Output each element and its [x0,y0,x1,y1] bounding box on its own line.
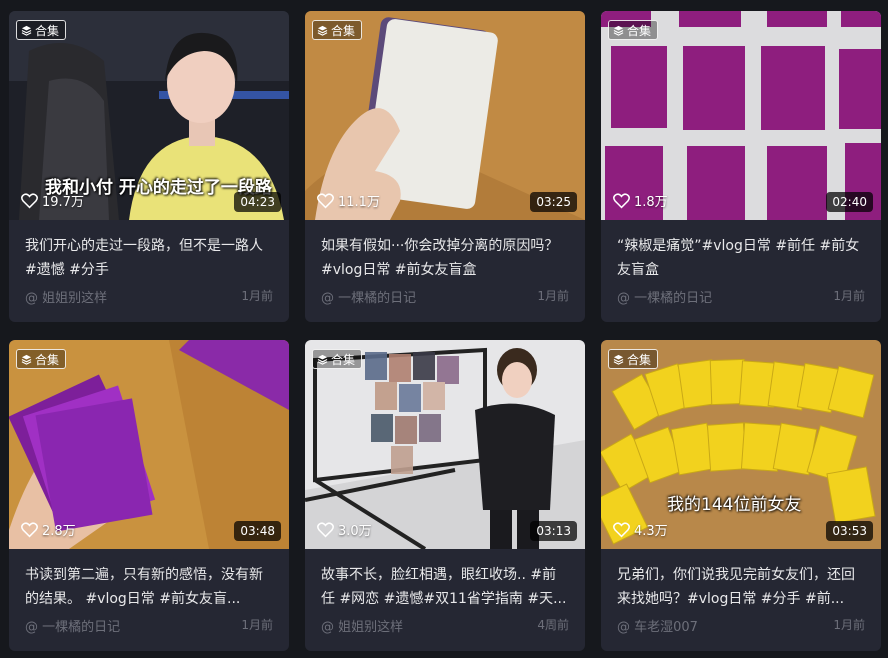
thumbnail-caption: 我的144位前女友 [667,495,802,515]
heart-icon [613,192,630,208]
video-meta: @ 一棵橘的日记 1月前 [25,616,273,635]
layers-icon [613,25,624,36]
video-duration: 02:40 [826,192,873,212]
layers-icon [21,25,32,36]
video-card[interactable]: 合集 3.0万 03:13 故事不长，脸红相遇，眼红收场.. #前任 #网恋 #… [305,340,585,651]
publish-time: 1月前 [537,289,569,303]
badge-label: 合集 [35,352,60,367]
video-card[interactable]: 我的144位前女友 合集 4.3万 03:53 兄弟们，你们说我见完前女友们，还… [601,340,881,651]
heart-icon [317,521,334,537]
video-thumbnail[interactable]: 合集 11.1万 03:25 [305,11,585,220]
author-name[interactable]: @ 一棵橘的日记 [25,616,120,635]
video-card[interactable]: 合集 1.8万 02:40 “辣椒是痛觉”#vlog日常 #前任 #前女友盲盒 … [601,11,881,322]
like-count: 4.3万 [613,520,668,539]
layers-icon [317,354,328,365]
like-count: 11.1万 [317,191,380,210]
heart-icon [317,192,334,208]
video-card[interactable]: 我和小付 开心的走过了一段路 合集 19.7万 04:23 我们开心的走过一段路… [9,11,289,322]
video-thumbnail[interactable]: 我和小付 开心的走过了一段路 合集 19.7万 04:23 [9,11,289,220]
video-card[interactable]: 合集 11.1万 03:25 如果有假如···你会改掉分离的原因吗？ #vlog… [305,11,585,322]
video-meta: @ 一棵橘的日记 1月前 [617,287,865,306]
author-name[interactable]: @ 一棵橘的日记 [617,287,712,306]
thumbnail-image [305,11,585,220]
publish-time: 1月前 [833,289,865,303]
video-thumbnail[interactable]: 合集 2.8万 03:48 [9,340,289,549]
publish-time: 1月前 [241,289,273,303]
thumbnail-image [9,340,289,549]
author-name[interactable]: @ 一棵橘的日记 [321,287,416,306]
heart-icon [21,521,38,537]
badge-label: 合集 [331,352,356,367]
video-duration: 03:48 [234,521,281,541]
author-name[interactable]: @ 姐姐别这样 [25,287,107,306]
badge-label: 合集 [35,23,60,38]
like-count-value: 2.8万 [42,524,76,539]
video-duration: 03:25 [530,192,577,212]
badge-label: 合集 [627,23,652,38]
author-name[interactable]: @ 姐姐别这样 [321,616,403,635]
publish-time: 4周前 [537,618,569,632]
layers-icon [21,354,32,365]
collection-badge: 合集 [608,20,659,40]
badge-label: 合集 [627,352,652,367]
video-title[interactable]: 书读到第二遍，只有新的感悟，没有新的结果。 #vlog日常 #前女友盲... [25,563,273,611]
video-duration: 03:53 [826,521,873,541]
video-title[interactable]: 我们开心的走过一段路，但不是一路人#遗憾 #分手 [25,234,273,282]
like-count: 3.0万 [317,520,372,539]
author-name[interactable]: @ 车老湿007 [617,616,698,635]
badge-label: 合集 [331,23,356,38]
video-meta: @ 车老湿007 1月前 [617,616,865,635]
video-meta: @ 姐姐别这样 4周前 [321,616,569,635]
thumbnail-image [601,340,881,549]
video-card[interactable]: 合集 2.8万 03:48 书读到第二遍，只有新的感悟，没有新的结果。 #vlo… [9,340,289,651]
collection-badge: 合集 [16,20,67,40]
video-duration: 04:23 [234,192,281,212]
video-title[interactable]: 兄弟们，你们说我见完前女友们，还回来找她吗？#vlog日常 #分手 #前... [617,563,865,611]
collection-badge: 合集 [608,349,659,369]
thumbnail-image [601,11,881,220]
like-count: 1.8万 [613,191,668,210]
like-count-value: 1.8万 [634,195,668,210]
publish-time: 1月前 [833,618,865,632]
thumbnail-image [305,340,585,549]
heart-icon [613,521,630,537]
video-thumbnail[interactable]: 合集 3.0万 03:13 [305,340,585,549]
collection-badge: 合集 [312,349,363,369]
like-count-value: 19.7万 [42,195,84,210]
video-title[interactable]: 如果有假如···你会改掉分离的原因吗？ #vlog日常 #前女友盲盒 [321,234,569,282]
layers-icon [613,354,624,365]
video-duration: 03:13 [530,521,577,541]
collection-badge: 合集 [16,349,67,369]
video-thumbnail[interactable]: 合集 1.8万 02:40 [601,11,881,220]
video-grid: 我和小付 开心的走过了一段路 合集 19.7万 04:23 我们开心的走过一段路… [9,11,881,651]
video-title[interactable]: 故事不长，脸红相遇，眼红收场.. #前任 #网恋 #遗憾#双11省学指南 #天.… [321,563,569,611]
video-title[interactable]: “辣椒是痛觉”#vlog日常 #前任 #前女友盲盒 [617,234,865,282]
video-thumbnail[interactable]: 我的144位前女友 合集 4.3万 03:53 [601,340,881,549]
video-meta: @ 姐姐别这样 1月前 [25,287,273,306]
video-meta: @ 一棵橘的日记 1月前 [321,287,569,306]
like-count: 19.7万 [21,191,84,210]
layers-icon [317,25,328,36]
like-count-value: 4.3万 [634,524,668,539]
like-count-value: 11.1万 [338,195,380,210]
publish-time: 1月前 [241,618,273,632]
like-count-value: 3.0万 [338,524,372,539]
like-count: 2.8万 [21,520,76,539]
heart-icon [21,192,38,208]
collection-badge: 合集 [312,20,363,40]
